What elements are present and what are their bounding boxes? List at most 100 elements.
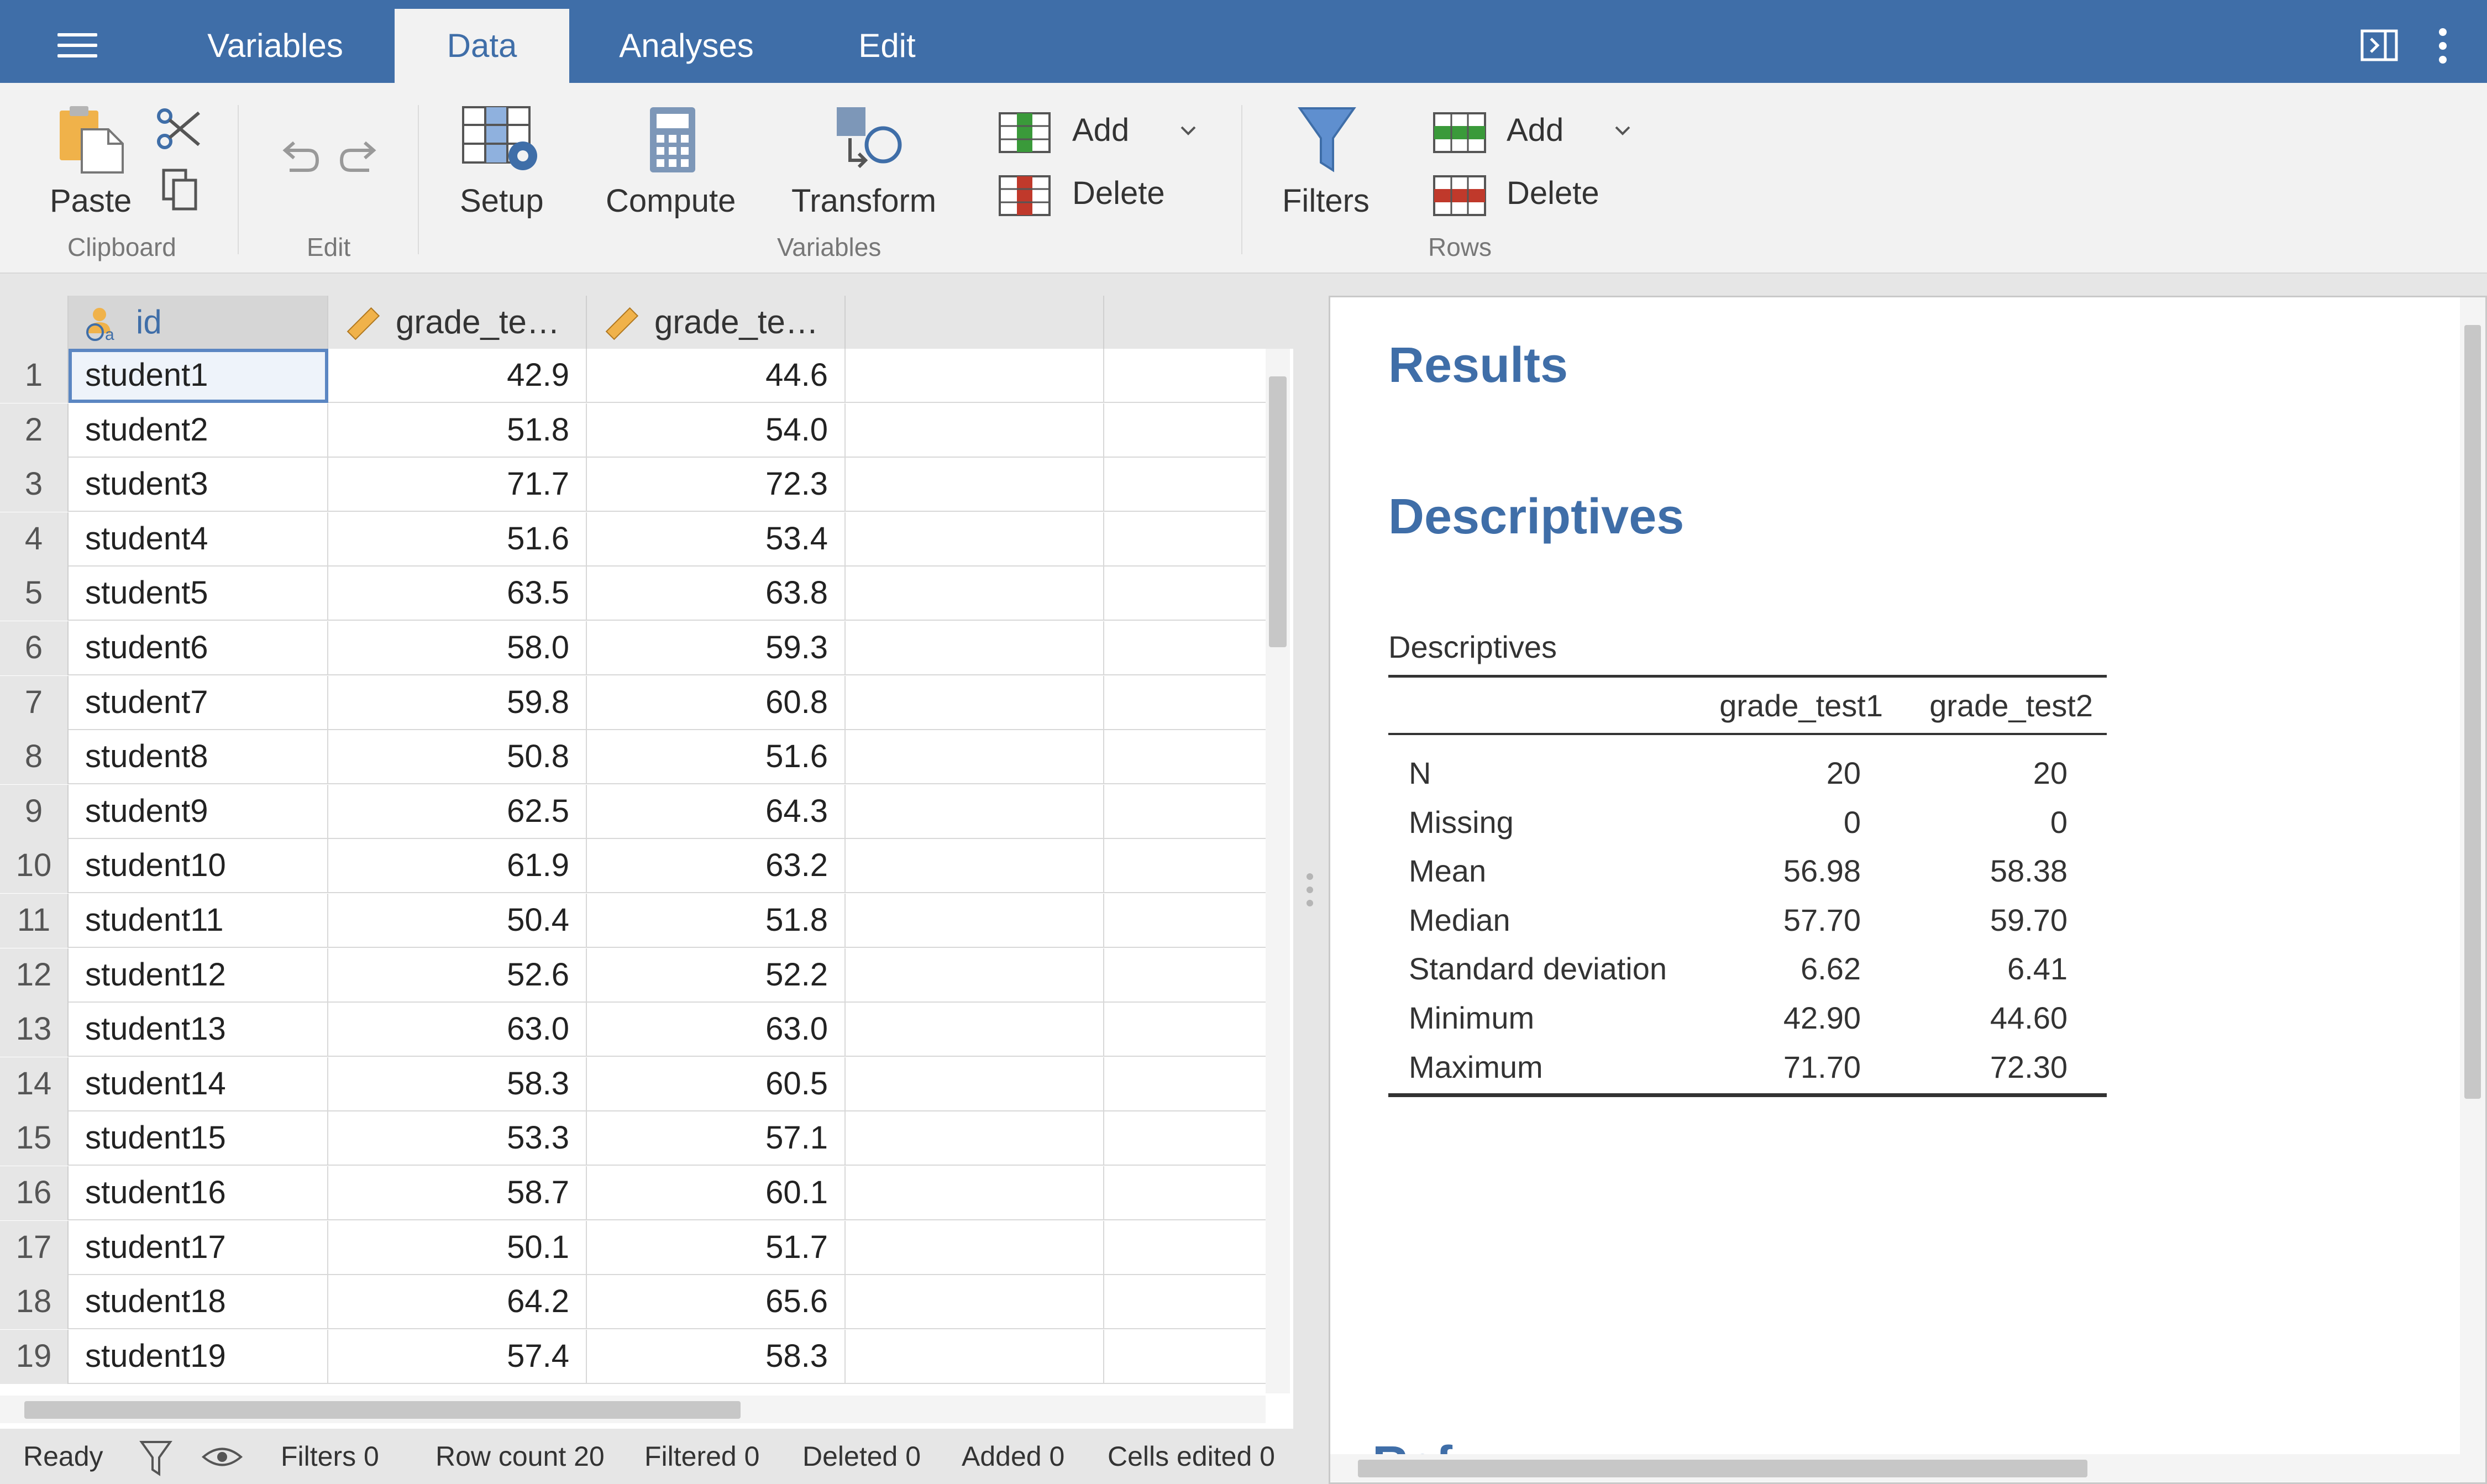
column-header-grade-test1[interactable]: grade_te… — [328, 296, 587, 349]
grid-vertical-scrollbar[interactable] — [1266, 349, 1290, 1393]
cell-id[interactable]: student7 — [69, 675, 328, 730]
row-number[interactable]: 19 — [0, 1329, 69, 1384]
cell-id[interactable]: student6 — [69, 621, 328, 675]
cell-empty[interactable] — [846, 403, 1104, 458]
cell-empty[interactable] — [1104, 621, 1266, 675]
filter-icon[interactable] — [139, 1440, 172, 1476]
row-number[interactable]: 7 — [0, 675, 69, 730]
chevron-down-icon[interactable] — [1613, 124, 1633, 137]
row-number[interactable]: 9 — [0, 784, 69, 839]
cell-grade-test2[interactable]: 53.4 — [587, 512, 846, 567]
cell-grade-test2[interactable]: 54.0 — [587, 403, 846, 458]
cell-grade-test2[interactable]: 44.6 — [587, 349, 846, 403]
corner-cell[interactable] — [0, 296, 69, 349]
tab-analyses[interactable]: Analyses — [604, 9, 769, 83]
cell-empty[interactable] — [1104, 1057, 1266, 1111]
cell-empty[interactable] — [846, 1166, 1104, 1220]
row-number[interactable]: 3 — [0, 458, 69, 512]
cell-empty[interactable] — [1104, 894, 1266, 948]
cell-grade-test2[interactable]: 52.2 — [587, 948, 846, 1003]
row-number[interactable]: 6 — [0, 621, 69, 675]
eye-icon[interactable] — [201, 1444, 243, 1470]
row-number[interactable]: 14 — [0, 1057, 69, 1111]
cell-empty[interactable] — [846, 1003, 1104, 1057]
cell-empty[interactable] — [846, 1057, 1104, 1111]
cell-id[interactable]: student2 — [69, 403, 328, 458]
more-vertical-icon[interactable] — [2432, 27, 2454, 65]
results-horizontal-scrollbar[interactable] — [1330, 1454, 2460, 1482]
scrollbar-thumb[interactable] — [24, 1401, 741, 1419]
cell-empty[interactable] — [1104, 567, 1266, 621]
cell-empty[interactable] — [846, 948, 1104, 1003]
cell-empty[interactable] — [1104, 730, 1266, 784]
cell-grade-test2[interactable]: 64.3 — [587, 784, 846, 839]
cell-grade-test1[interactable]: 42.9 — [328, 349, 587, 403]
cell-grade-test2[interactable]: 65.6 — [587, 1275, 846, 1330]
cell-empty[interactable] — [846, 1220, 1104, 1275]
cell-empty[interactable] — [1104, 1330, 1266, 1384]
cell-grade-test2[interactable]: 72.3 — [587, 458, 846, 512]
cell-empty[interactable] — [1104, 1166, 1266, 1220]
cell-grade-test1[interactable]: 51.8 — [328, 403, 587, 458]
chevron-down-icon[interactable] — [1178, 124, 1198, 137]
pane-splitter[interactable] — [1307, 873, 1314, 912]
results-vertical-scrollbar[interactable] — [2460, 297, 2485, 1482]
cell-id[interactable]: student15 — [69, 1111, 328, 1166]
cell-empty[interactable] — [1104, 948, 1266, 1003]
cell-empty[interactable] — [1104, 403, 1266, 458]
cell-grade-test2[interactable]: 58.3 — [587, 1329, 846, 1384]
cell-grade-test2[interactable]: 63.2 — [587, 839, 846, 894]
row-number[interactable]: 12 — [0, 948, 69, 1003]
cell-grade-test2[interactable]: 60.5 — [587, 1057, 846, 1111]
cell-grade-test2[interactable]: 59.3 — [587, 621, 846, 675]
descriptives-heading[interactable]: Descriptives — [1388, 489, 1684, 546]
row-number[interactable]: 5 — [0, 567, 69, 621]
cell-empty[interactable] — [846, 1329, 1104, 1384]
row-number[interactable]: 10 — [0, 839, 69, 894]
cell-grade-test1[interactable]: 50.1 — [328, 1220, 587, 1275]
cell-grade-test2[interactable]: 63.0 — [587, 1003, 846, 1057]
cell-empty[interactable] — [846, 567, 1104, 621]
cell-empty[interactable] — [1104, 512, 1266, 567]
row-number[interactable]: 18 — [0, 1275, 69, 1330]
cell-grade-test1[interactable]: 57.4 — [328, 1329, 587, 1384]
cell-empty[interactable] — [1104, 1275, 1266, 1329]
cell-empty[interactable] — [846, 512, 1104, 567]
split-view-icon[interactable] — [2360, 27, 2399, 65]
cell-id[interactable]: student12 — [69, 948, 328, 1003]
cell-id[interactable]: student9 — [69, 784, 328, 839]
tab-variables[interactable]: Variables — [193, 9, 357, 83]
column-header-empty[interactable] — [846, 296, 1104, 349]
row-number[interactable]: 1 — [0, 349, 69, 403]
cell-empty[interactable] — [1104, 1003, 1266, 1057]
cell-id[interactable]: student16 — [69, 1166, 328, 1220]
cell-empty[interactable] — [846, 675, 1104, 730]
cell-grade-test1[interactable]: 50.8 — [328, 730, 587, 785]
row-number[interactable]: 15 — [0, 1111, 69, 1166]
cell-empty[interactable] — [846, 349, 1104, 403]
row-number[interactable]: 16 — [0, 1166, 69, 1220]
cell-grade-test2[interactable]: 51.8 — [587, 894, 846, 948]
row-number[interactable]: 2 — [0, 403, 69, 458]
scrollbar-thumb[interactable] — [2464, 325, 2481, 1099]
cell-id[interactable]: student14 — [69, 1057, 328, 1111]
cell-grade-test1[interactable]: 58.3 — [328, 1057, 587, 1111]
cell-grade-test1[interactable]: 61.9 — [328, 839, 587, 894]
cell-grade-test1[interactable]: 52.6 — [328, 948, 587, 1003]
cell-empty[interactable] — [846, 894, 1104, 948]
row-number[interactable]: 11 — [0, 894, 69, 948]
cell-grade-test1[interactable]: 58.0 — [328, 621, 587, 675]
copy-icon[interactable] — [161, 168, 200, 212]
cell-grade-test1[interactable]: 50.4 — [328, 894, 587, 948]
cell-grade-test1[interactable]: 63.5 — [328, 567, 587, 621]
tab-edit[interactable]: Edit — [829, 9, 945, 83]
column-header-id[interactable]: a id — [69, 296, 328, 349]
cell-empty[interactable] — [1104, 839, 1266, 893]
cell-empty[interactable] — [846, 784, 1104, 839]
column-header-empty[interactable] — [1104, 296, 1293, 349]
scissors-icon[interactable] — [156, 107, 203, 151]
undo-icon[interactable] — [276, 136, 321, 175]
cell-id[interactable]: student3 — [69, 458, 328, 512]
hamburger-icon[interactable] — [57, 33, 97, 57]
row-number[interactable]: 17 — [0, 1220, 69, 1275]
